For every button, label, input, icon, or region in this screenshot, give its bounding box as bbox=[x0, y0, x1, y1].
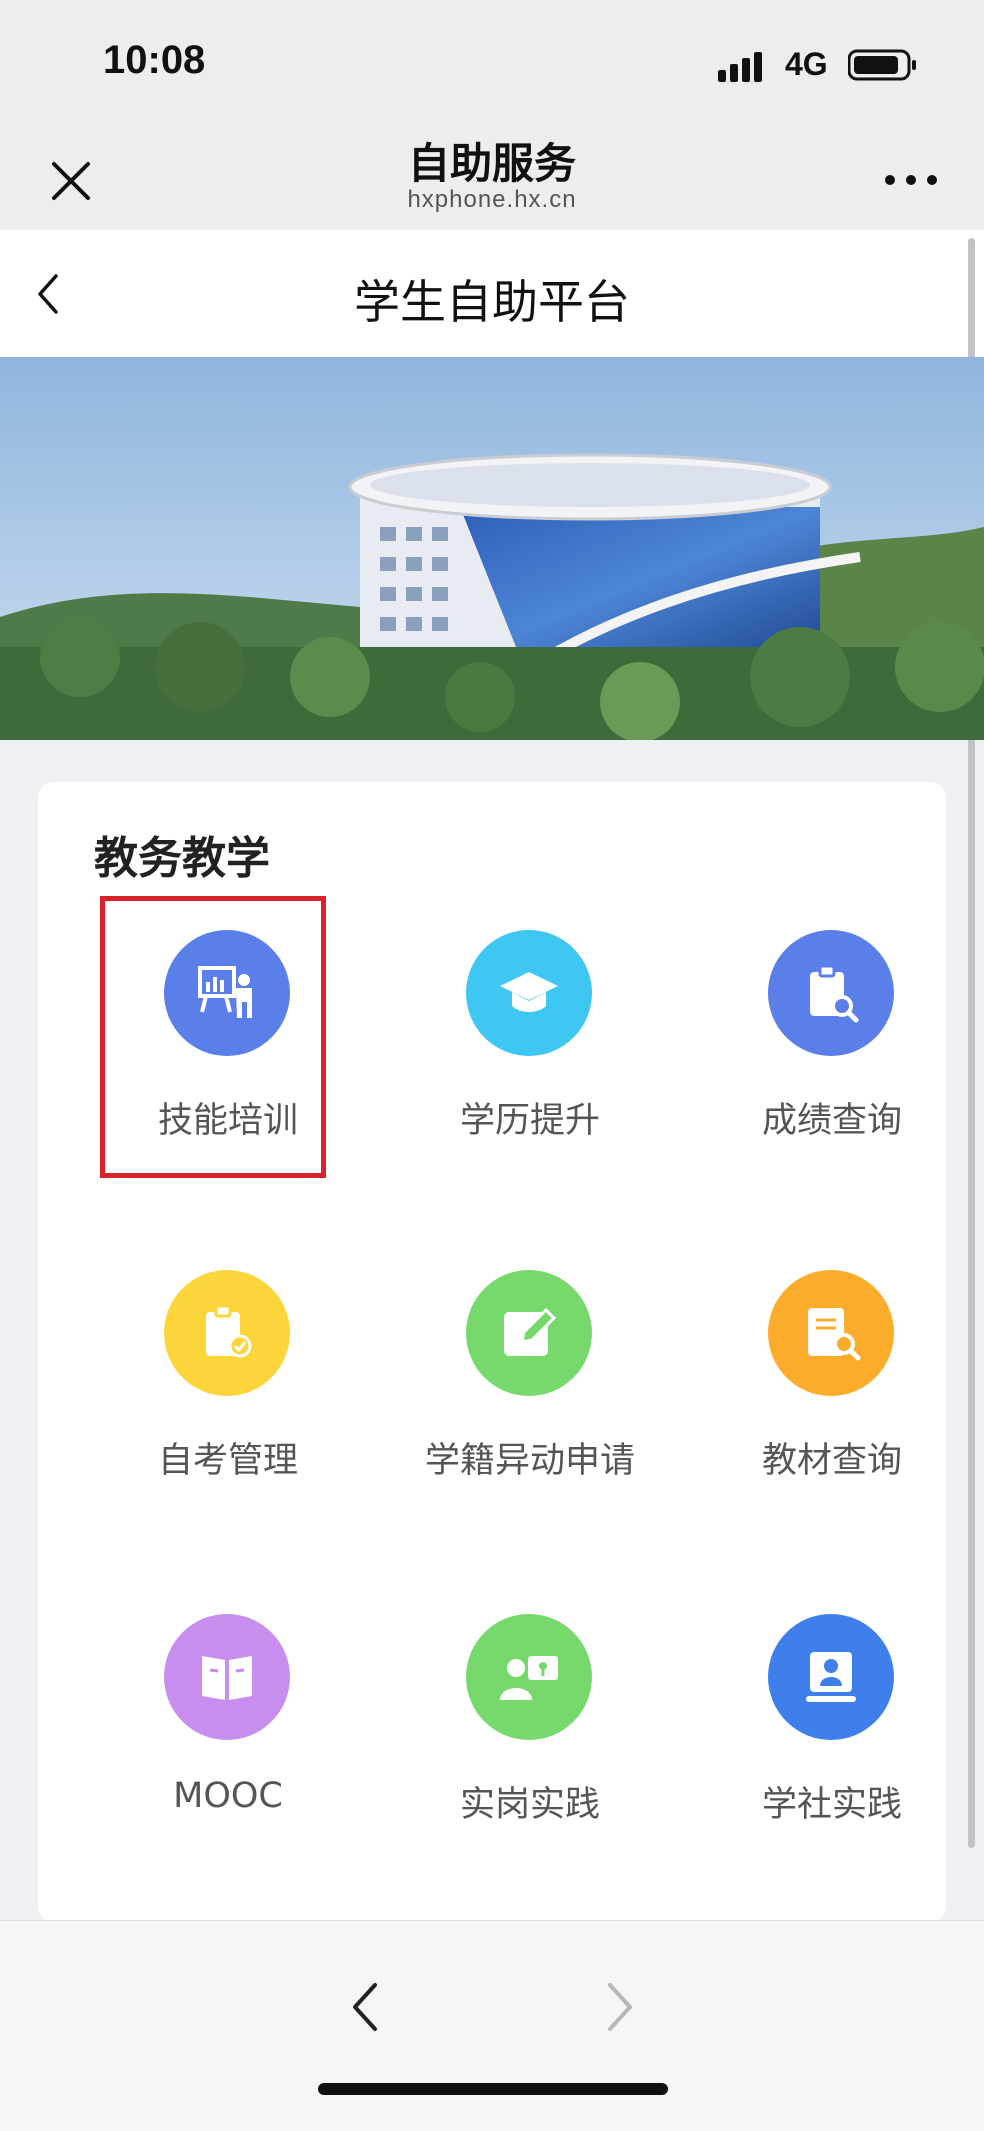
back-arrow-icon[interactable] bbox=[345, 1977, 385, 2037]
service-label: 成绩查询 bbox=[761, 1101, 902, 1141]
status-bar: 10:08 4G bbox=[0, 0, 984, 110]
service-label: 学社实践 bbox=[761, 1785, 902, 1825]
service-label: 学籍异动申请 bbox=[424, 1441, 635, 1481]
bottom-toolbar bbox=[0, 1920, 984, 2131]
service-society-practice[interactable]: 学社实践 bbox=[682, 1614, 982, 1864]
home-indicator bbox=[318, 2083, 668, 2095]
campus-banner bbox=[0, 357, 984, 740]
service-label: 自考管理 bbox=[157, 1441, 298, 1481]
teacher-screen-icon bbox=[466, 1614, 592, 1740]
clipboard-check-icon bbox=[164, 1270, 290, 1396]
edit-icon bbox=[466, 1270, 592, 1396]
id-badge-icon bbox=[768, 1614, 894, 1740]
battery-icon bbox=[848, 49, 916, 81]
signal-icon bbox=[718, 52, 762, 82]
graduation-cap-icon bbox=[466, 930, 592, 1056]
service-label: 实岗实践 bbox=[459, 1785, 600, 1825]
book-search-icon bbox=[768, 1270, 894, 1396]
highlight-box bbox=[100, 896, 326, 1178]
service-label: 教材查询 bbox=[761, 1441, 902, 1481]
more-icon[interactable] bbox=[880, 165, 942, 195]
forward-arrow-icon[interactable] bbox=[600, 1977, 640, 2037]
status-time: 10:08 bbox=[103, 38, 206, 82]
service-internship[interactable]: 实岗实践 bbox=[380, 1614, 680, 1864]
service-mooc[interactable]: MOOC bbox=[78, 1614, 378, 1864]
section-title: 教务教学 bbox=[94, 833, 270, 884]
service-self-exam[interactable]: 自考管理 bbox=[78, 1270, 378, 1520]
service-grade-query[interactable]: 成绩查询 bbox=[682, 930, 982, 1180]
service-status-change[interactable]: 学籍异动申请 bbox=[380, 1270, 680, 1520]
campus-building-photo bbox=[0, 357, 984, 740]
service-textbook-query[interactable]: 教材查询 bbox=[682, 1270, 982, 1520]
service-degree-upgrade[interactable]: 学历提升 bbox=[380, 930, 680, 1180]
page-title: 学生自助平台 bbox=[354, 275, 630, 329]
service-label: 学历提升 bbox=[459, 1101, 600, 1141]
webview-nav-bar: 自助服务 hxphone.hx.cn bbox=[0, 110, 984, 230]
service-label: MOOC bbox=[173, 1776, 283, 1816]
clipboard-search-icon bbox=[768, 930, 894, 1056]
page-header: 学生自助平台 bbox=[0, 230, 984, 357]
open-book-icon bbox=[164, 1614, 290, 1740]
network-type: 4G bbox=[785, 46, 828, 82]
webview-url: hxphone.hx.cn bbox=[407, 186, 577, 213]
webview-title: 自助服务 bbox=[407, 139, 576, 188]
